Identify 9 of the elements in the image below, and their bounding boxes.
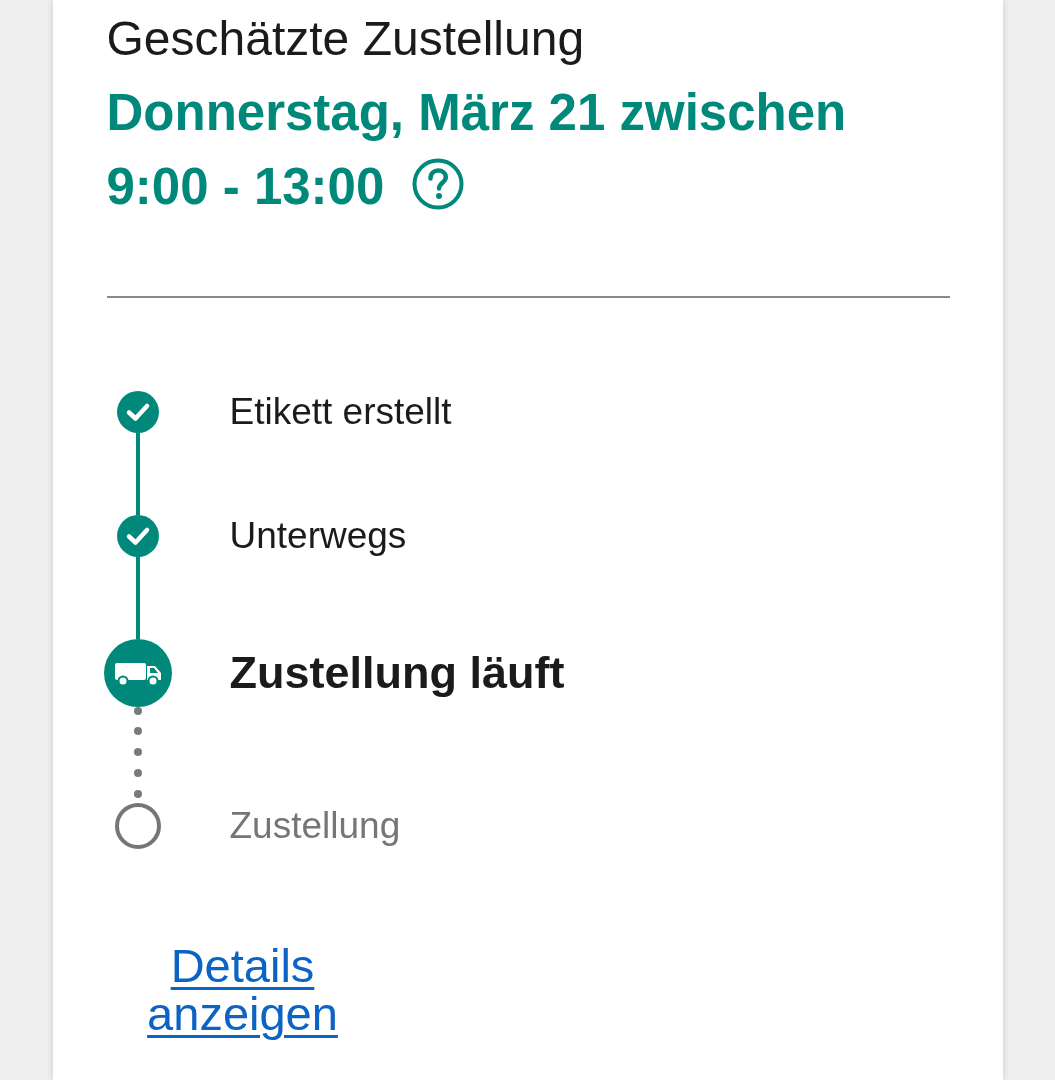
delivery-date: Donnerstag, März 21 zwischen bbox=[106, 83, 847, 143]
step-label: Etikett erstellt bbox=[229, 391, 452, 433]
step-label: Zustellung bbox=[229, 805, 401, 847]
estimate-label: Geschätzte Zustellung bbox=[106, 12, 585, 66]
step-label: Zustellung läuft bbox=[229, 647, 565, 699]
step-label: Unterwegs bbox=[229, 515, 407, 557]
help-icon[interactable] bbox=[412, 158, 465, 210]
details-link[interactable]: Details anzeigen bbox=[106, 942, 379, 1038]
delivery-time: 9:00 - 13:00 bbox=[106, 157, 385, 217]
